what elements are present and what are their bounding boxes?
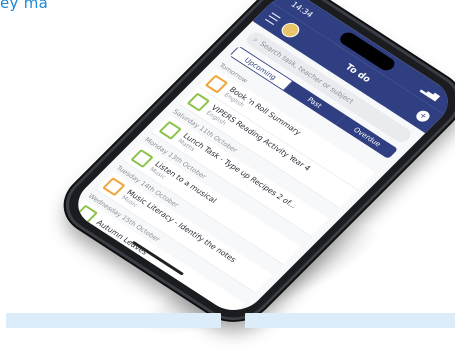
menu-icon[interactable] bbox=[265, 12, 281, 26]
caption-text: ey ma bbox=[0, 0, 49, 12]
add-icon[interactable]: + bbox=[413, 108, 433, 124]
phone-screen: 14:34 ▂▄▆ To do + ⌕ Search task, teacher… bbox=[66, 0, 455, 320]
task-checkbox-icon[interactable] bbox=[187, 92, 211, 112]
task-checkbox-icon[interactable] bbox=[205, 74, 229, 94]
bottom-panel-left bbox=[6, 313, 221, 328]
task-checkbox-icon[interactable] bbox=[130, 148, 155, 168]
avatar[interactable] bbox=[277, 19, 303, 41]
task-checkbox-icon[interactable] bbox=[102, 176, 126, 196]
task-checkbox-icon[interactable] bbox=[158, 120, 183, 140]
signal-icon: ▂▄▆ bbox=[419, 84, 442, 101]
phone-device: 14:34 ▂▄▆ To do + ⌕ Search task, teacher… bbox=[50, 0, 455, 333]
task-checkbox-icon[interactable] bbox=[74, 204, 99, 224]
bottom-panel-right bbox=[245, 313, 455, 328]
